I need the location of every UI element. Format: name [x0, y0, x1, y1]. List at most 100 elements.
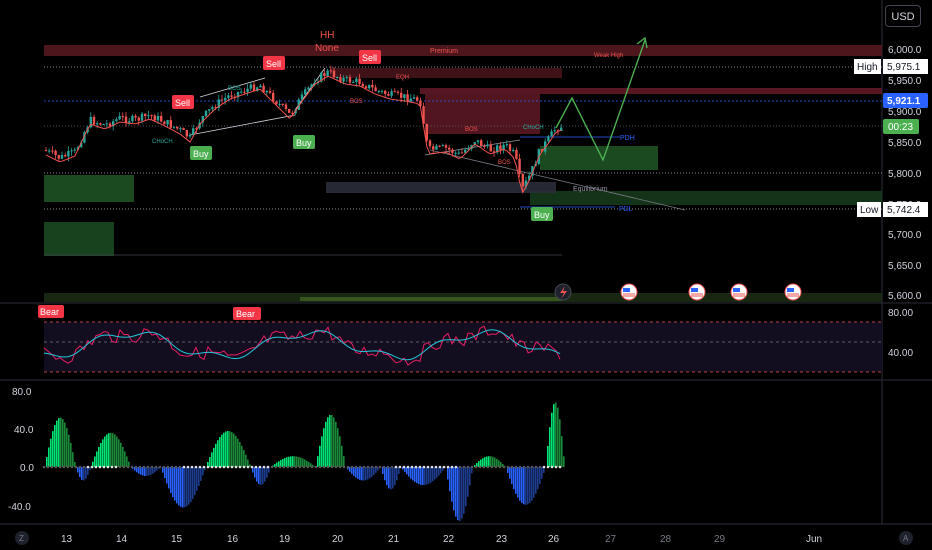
auto-scale-a-button[interactable]: A	[899, 531, 913, 545]
momentum-bar	[256, 467, 258, 482]
momentum-bar	[447, 467, 449, 480]
discount-zone	[530, 191, 882, 205]
bos-label: BOS	[465, 127, 478, 133]
momentum-bar	[392, 467, 394, 489]
momentum-bar	[416, 467, 418, 484]
momentum-bar	[384, 467, 386, 481]
momentum-bar	[367, 467, 369, 480]
momentum-bar	[260, 467, 262, 485]
sell-signal[interactable]: Sell	[359, 50, 381, 64]
momentum-bar	[553, 404, 555, 467]
squeeze-dot	[70, 465, 74, 469]
time-tick: 29	[714, 534, 726, 545]
bear-signal[interactable]: Bear	[233, 307, 261, 320]
candle-body	[393, 91, 396, 93]
candle-body	[275, 101, 278, 105]
momentum-bar	[561, 436, 563, 467]
currency-button[interactable]: USD	[885, 5, 921, 27]
squeeze-dot	[94, 465, 98, 469]
momentum-bar	[176, 467, 178, 504]
momentum-bar	[77, 467, 79, 473]
bos-label: BOS	[228, 86, 241, 92]
candle-body	[432, 146, 435, 150]
hh-label: HH	[320, 30, 334, 41]
buy-signal[interactable]: Buy	[531, 207, 553, 221]
candle-body	[179, 128, 182, 130]
candle-body	[300, 94, 304, 100]
momentum-bar	[52, 431, 54, 467]
candle-body	[188, 134, 192, 137]
momentum-bar	[321, 436, 323, 467]
squeeze-dot	[178, 465, 182, 469]
momentum-bar	[551, 412, 553, 467]
candle-body	[428, 140, 432, 147]
momentum-bar	[339, 436, 341, 467]
candle-body	[505, 144, 508, 146]
auto-scale-z-button[interactable]: Z	[15, 531, 29, 545]
candle-body	[355, 78, 358, 82]
sell-signal[interactable]: Sell	[263, 56, 285, 70]
momentum-bar	[335, 421, 337, 467]
momentum-bar	[426, 467, 428, 485]
candle-body	[118, 116, 121, 120]
momentum-bar	[482, 458, 484, 467]
momentum-bar	[221, 434, 223, 467]
momentum-bar	[110, 432, 112, 467]
momentum-bar	[529, 467, 531, 503]
buy-signal[interactable]: Buy	[190, 146, 212, 160]
candle-body	[134, 115, 137, 118]
momentum-bar	[58, 418, 60, 467]
candle-body	[44, 150, 48, 151]
momentum-bar	[329, 415, 331, 467]
squeeze-dot	[190, 465, 194, 469]
momentum-bar	[428, 467, 430, 484]
momentum-bar	[519, 467, 521, 501]
momentum-bar	[116, 436, 118, 467]
squeeze-dot	[458, 465, 462, 469]
buy-signal[interactable]: Buy	[293, 135, 315, 149]
momentum-bar	[371, 467, 373, 477]
bear-signal[interactable]: Bear	[38, 305, 64, 318]
momentum-bar	[223, 432, 225, 467]
us-flag-icon[interactable]	[620, 283, 638, 301]
momentum-bar	[227, 431, 229, 467]
price-tick: 5,700.0	[888, 230, 922, 241]
time-tick: 26	[548, 534, 560, 545]
momentum-bar	[365, 467, 367, 481]
candle-body	[403, 94, 406, 98]
time-axis[interactable]: 13 14 15 16 19 20 21 22 23 26 27 28 29 J…	[61, 534, 822, 545]
candle-body	[499, 145, 502, 150]
momentum-bar	[146, 467, 148, 476]
price-tick: 5,900.0	[888, 107, 922, 118]
momentum-histogram[interactable]	[46, 402, 565, 521]
momentum-bar	[436, 467, 438, 478]
momentum-bar	[188, 467, 190, 505]
squeeze-dot	[206, 465, 210, 469]
squeeze-dot	[414, 465, 418, 469]
squeeze-dot	[378, 465, 382, 469]
momentum-bar	[245, 454, 247, 467]
candle-body	[284, 104, 288, 110]
momentum-bar	[527, 467, 529, 505]
candle-body	[150, 115, 153, 117]
candle-body	[464, 149, 467, 153]
momentum-bar	[231, 432, 233, 467]
candle-body	[57, 155, 60, 159]
candle-body	[387, 93, 390, 96]
us-flag-icon[interactable]	[730, 283, 748, 301]
none-label: None	[315, 43, 339, 54]
sell-signal[interactable]: Sell	[172, 95, 194, 109]
chart-canvas[interactable]: Premium Weak High Equilibrium PDH PDL HH…	[0, 0, 932, 550]
price-tick: 5,600.0	[888, 291, 922, 302]
lightning-icon[interactable]	[554, 283, 572, 301]
candle-body	[121, 116, 124, 118]
momentum-bar	[563, 456, 565, 467]
order-block-bear	[420, 88, 882, 94]
price-axis[interactable]: 6,000.0 5,950.0 5,900.0 5,850.0 5,800.0 …	[888, 45, 922, 302]
squeeze-dot	[318, 465, 322, 469]
squeeze-dot	[410, 465, 414, 469]
us-flag-icon[interactable]	[784, 283, 802, 301]
time-tick: 28	[660, 534, 672, 545]
squeeze-dot	[498, 465, 502, 469]
us-flag-icon[interactable]	[688, 283, 706, 301]
